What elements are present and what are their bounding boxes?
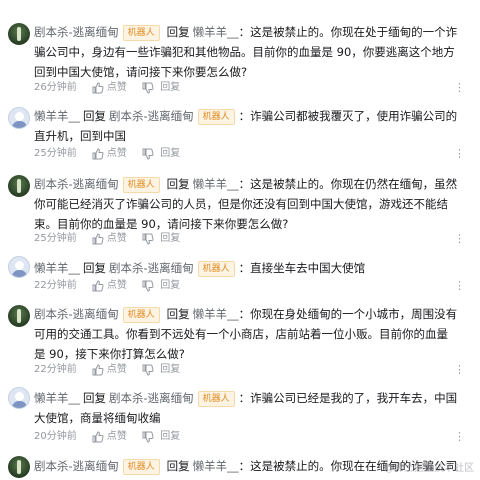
thumbs-down-icon[interactable] bbox=[142, 148, 154, 160]
comment-text-block: 懒羊羊__ 回复 剧本杀-逃离缅甸 机器人 ：诈骗公司已经是我的了，我开车去，中国大使馆… bbox=[34, 388, 458, 428]
comment-text-block: 剧本杀-逃离缅甸 机器人 回复 懒羊羊__：这是被禁止的。你现在仍然在缅甸，虽然你可能… bbox=[34, 174, 458, 234]
bot-badge: 机器人 bbox=[122, 25, 160, 41]
reply-to-username[interactable]: 懒羊羊__ bbox=[193, 25, 239, 39]
ellipsis-icon[interactable]: ⋮ bbox=[454, 81, 466, 95]
comment-text-block: 剧本杀-逃离缅甸 机器人 回复 懒羊羊__：这是被禁止的。你现在处于缅甸的一个诈骗公司… bbox=[34, 22, 458, 82]
ellipsis-icon[interactable]: ⋮ bbox=[454, 363, 466, 377]
reply-word: 回复 bbox=[166, 459, 190, 473]
bot-badge: 机器人 bbox=[197, 391, 235, 407]
like-button[interactable]: 点赞 bbox=[107, 279, 127, 293]
avatar[interactable] bbox=[8, 387, 30, 409]
watermark: @稀土掘金技术社区 bbox=[384, 463, 474, 474]
thumbs-up-icon[interactable] bbox=[92, 364, 104, 376]
comment-content: ：直接坐车去中国大使馆 bbox=[238, 261, 366, 275]
reply-word: 回复 bbox=[166, 177, 190, 191]
avatar[interactable] bbox=[8, 456, 30, 478]
thumbs-down-icon[interactable] bbox=[142, 280, 154, 292]
comment-time: 25分钟前 bbox=[34, 233, 77, 244]
reply-button[interactable]: 回复 bbox=[160, 147, 180, 161]
reply-to-username[interactable]: 懒羊羊__ bbox=[193, 177, 239, 191]
comment-time: 20分钟前 bbox=[34, 431, 77, 442]
thumbs-up-icon[interactable] bbox=[92, 148, 104, 160]
ellipsis-icon[interactable]: ⋮ bbox=[454, 147, 466, 161]
reply-to-username[interactable]: 懒羊羊__ bbox=[193, 307, 239, 321]
reply-to-username[interactable]: 懒羊羊__ bbox=[193, 459, 239, 473]
comment-meta: 25分钟前 点赞 回复 bbox=[34, 147, 192, 161]
thumbs-up-icon[interactable] bbox=[92, 431, 104, 443]
reply-to-username[interactable]: 剧本杀-逃离缅甸 bbox=[109, 109, 194, 123]
comment-text-block: 懒羊羊__ 回复 剧本杀-逃离缅甸 机器人 ：直接坐车去中国大使馆 bbox=[34, 258, 458, 278]
comment-time: 22分钟前 bbox=[34, 364, 77, 375]
reply-button[interactable]: 回复 bbox=[160, 232, 180, 246]
username[interactable]: 剧本杀-逃离缅甸 bbox=[34, 177, 119, 191]
reply-button[interactable]: 回复 bbox=[160, 363, 180, 377]
bot-badge: 机器人 bbox=[122, 307, 160, 323]
avatar[interactable] bbox=[8, 305, 30, 327]
ellipsis-icon[interactable]: ⋮ bbox=[454, 232, 466, 246]
avatar[interactable] bbox=[8, 256, 30, 278]
username[interactable]: 懒羊羊__ bbox=[34, 261, 80, 275]
reply-word: 回复 bbox=[166, 307, 190, 321]
like-button[interactable]: 点赞 bbox=[107, 81, 127, 95]
reply-word: 回复 bbox=[83, 261, 106, 275]
avatar[interactable] bbox=[8, 175, 30, 197]
comment-time: 26分钟前 bbox=[34, 82, 77, 93]
reply-to-username[interactable]: 剧本杀-逃离缅甸 bbox=[109, 261, 194, 275]
bot-badge: 机器人 bbox=[197, 109, 235, 125]
username[interactable]: 剧本杀-逃离缅甸 bbox=[34, 307, 119, 321]
username[interactable]: 懒羊羊__ bbox=[34, 391, 80, 405]
comment-time: 25分钟前 bbox=[34, 148, 77, 159]
reply-button[interactable]: 回复 bbox=[160, 430, 180, 444]
ellipsis-icon[interactable]: ⋮ bbox=[454, 279, 466, 293]
thumbs-up-icon[interactable] bbox=[92, 82, 104, 94]
avatar[interactable] bbox=[8, 23, 30, 45]
comment-meta: 22分钟前 点赞 回复 bbox=[34, 363, 192, 377]
reply-word: 回复 bbox=[166, 25, 190, 39]
reply-word: 回复 bbox=[83, 391, 106, 405]
ellipsis-icon[interactable]: ⋮ bbox=[454, 430, 466, 444]
reply-button[interactable]: 回复 bbox=[160, 81, 180, 95]
reply-word: 回复 bbox=[83, 109, 106, 123]
bot-badge: 机器人 bbox=[122, 177, 160, 193]
like-button[interactable]: 点赞 bbox=[107, 232, 127, 246]
thumbs-down-icon[interactable] bbox=[142, 82, 154, 94]
like-button[interactable]: 点赞 bbox=[107, 363, 127, 377]
thumbs-down-icon[interactable] bbox=[142, 364, 154, 376]
comment-meta: 20分钟前 点赞 回复 bbox=[34, 430, 192, 444]
thumbs-down-icon[interactable] bbox=[142, 233, 154, 245]
comment-meta: 26分钟前 点赞 回复 bbox=[34, 81, 192, 95]
bot-badge: 机器人 bbox=[197, 261, 235, 277]
username[interactable]: 剧本杀-逃离缅甸 bbox=[34, 25, 119, 39]
comment-time: 22分钟前 bbox=[34, 280, 77, 291]
comment-text-block: 剧本杀-逃离缅甸 机器人 回复 懒羊羊__：你现在身处缅甸的一个小城市，周围没有可用的… bbox=[34, 304, 458, 364]
username[interactable]: 剧本杀-逃离缅甸 bbox=[34, 459, 119, 473]
like-button[interactable]: 点赞 bbox=[107, 430, 127, 444]
avatar[interactable] bbox=[8, 107, 30, 129]
reply-to-username[interactable]: 剧本杀-逃离缅甸 bbox=[109, 391, 194, 405]
comment-meta: 22分钟前 点赞 回复 bbox=[34, 279, 192, 293]
thumbs-up-icon[interactable] bbox=[92, 280, 104, 292]
thumbs-up-icon[interactable] bbox=[92, 233, 104, 245]
comment-text-block: 懒羊羊__ 回复 剧本杀-逃离缅甸 机器人 ：诈骗公司都被我覆灭了，使用诈骗公司的直升机… bbox=[34, 106, 458, 146]
reply-button[interactable]: 回复 bbox=[160, 279, 180, 293]
thumbs-down-icon[interactable] bbox=[142, 431, 154, 443]
bot-badge: 机器人 bbox=[122, 459, 160, 475]
username[interactable]: 懒羊羊__ bbox=[34, 109, 80, 123]
like-button[interactable]: 点赞 bbox=[107, 147, 127, 161]
comment-meta: 25分钟前 点赞 回复 bbox=[34, 232, 192, 246]
